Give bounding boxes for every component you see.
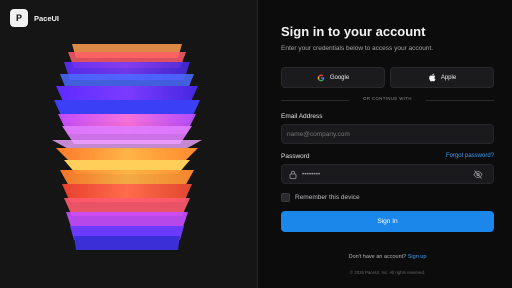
sign-in-button[interactable]: Sign In bbox=[281, 211, 494, 232]
google-sign-in-button[interactable]: Google bbox=[281, 67, 385, 88]
password-label: Password bbox=[281, 153, 310, 160]
password-value: •••••••• bbox=[302, 170, 321, 178]
lock-icon bbox=[289, 170, 297, 181]
abstract-art-illustration bbox=[52, 44, 202, 250]
logo-mark: P bbox=[10, 9, 28, 27]
page-subtitle: Enter your credentials below to access y… bbox=[281, 45, 434, 52]
brand-name: PaceUI bbox=[34, 13, 60, 23]
or-divider: OR CONTINUE WITH bbox=[281, 96, 494, 104]
apple-sign-in-button[interactable]: Apple bbox=[390, 67, 494, 88]
apple-button-label: Apple bbox=[440, 74, 457, 81]
signup-prompt-text: Don't have an account? bbox=[348, 254, 407, 260]
brand-panel: P PaceUI bbox=[0, 0, 257, 288]
google-logo-icon bbox=[317, 74, 325, 82]
copyright-text: © 2026 PaceUI, Inc. All rights reserved. bbox=[349, 270, 426, 275]
divider-line-right bbox=[426, 100, 494, 101]
brand-logo[interactable]: P PaceUI bbox=[10, 9, 59, 27]
email-label: Email Address bbox=[281, 113, 323, 120]
forgot-password-link[interactable]: Forgot password? bbox=[446, 153, 494, 159]
remember-device-label: Remember this device bbox=[295, 194, 360, 201]
email-input[interactable] bbox=[281, 124, 494, 144]
signup-link[interactable]: Sign up bbox=[408, 254, 427, 260]
google-button-label: Google bbox=[329, 74, 350, 81]
page-title: Sign in to your account bbox=[281, 24, 426, 39]
apple-logo-icon bbox=[428, 73, 436, 82]
eye-off-icon[interactable] bbox=[473, 170, 483, 181]
password-input[interactable]: •••••••• bbox=[281, 164, 494, 184]
signup-prompt: Don't have an account? Sign up bbox=[281, 254, 494, 260]
remember-device-checkbox[interactable] bbox=[281, 193, 290, 202]
sign-in-panel: Sign in to your account Enter your crede… bbox=[258, 0, 512, 288]
remember-device-row[interactable]: Remember this device bbox=[281, 193, 360, 202]
